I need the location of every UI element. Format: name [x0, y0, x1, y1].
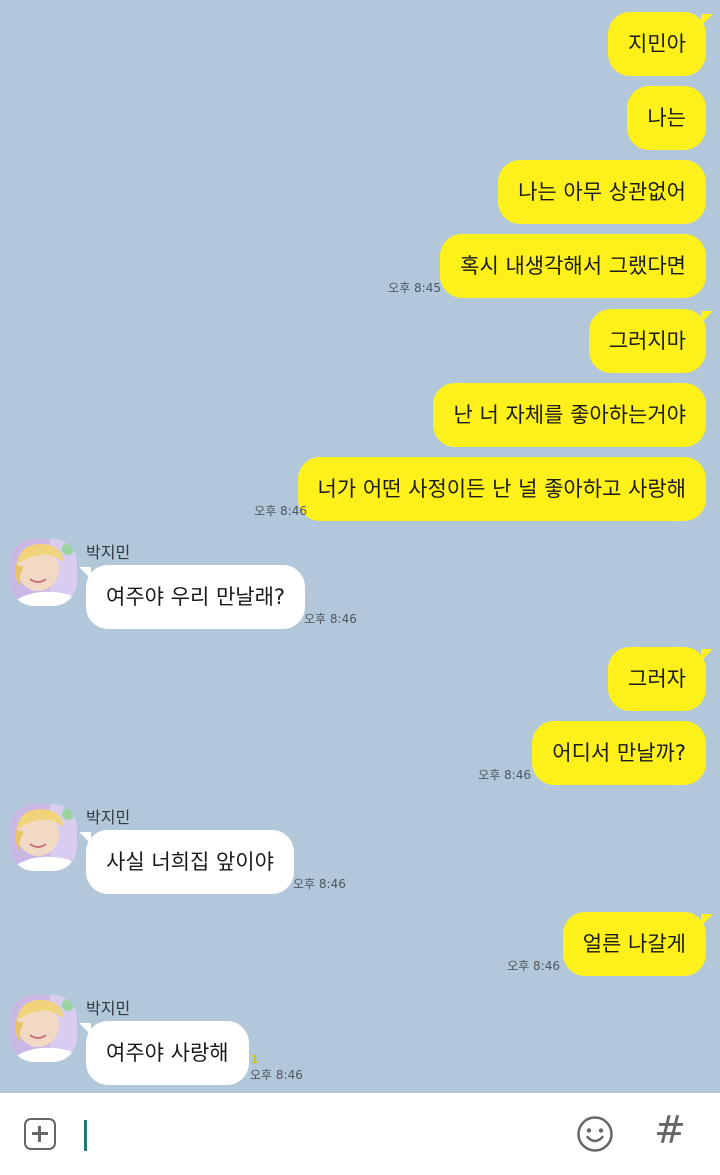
message-outgoing: 얼른 나갈게 오후 8:46 — [0, 912, 720, 976]
sender-name: 박지민 — [86, 543, 131, 562]
message-incoming: 박지민 여주야 사랑해 1 오후 8:46 — [0, 993, 720, 1085]
message-outgoing: 너가 어떤 사정이든 난 널 좋아하고 사랑해 오후 8:46 — [0, 457, 720, 521]
message-outgoing: 나는 — [0, 86, 720, 150]
hash-icon[interactable]: # — [654, 1108, 686, 1152]
unread-count: 1 — [251, 1053, 259, 1066]
message-outgoing: 혹시 내생각해서 그랬다면 오후 8:45 — [0, 234, 720, 298]
message-bubble[interactable]: 사실 너희집 앞이야 — [79, 830, 294, 894]
text-cursor — [84, 1120, 87, 1151]
message-bubble[interactable]: 그러지마 — [588, 309, 714, 373]
message-timestamp: 오후 8:46 — [304, 612, 357, 626]
message-outgoing: 그러지마 — [0, 309, 720, 373]
message-bubble[interactable]: 너가 어떤 사정이든 난 널 좋아하고 사랑해 — [297, 457, 706, 521]
chat-area[interactable]: 지민아 나는 나는 아무 상관없어 혹시 내생각해서 그랬다면 오후 8:45 … — [0, 0, 720, 1093]
message-bubble[interactable]: 나는 아무 상관없어 — [498, 160, 706, 224]
emoji-icon[interactable] — [576, 1115, 614, 1157]
message-timestamp: 오후 8:46 — [478, 768, 531, 782]
message-timestamp: 오후 8:46 — [507, 959, 560, 973]
avatar[interactable] — [10, 995, 77, 1062]
message-bubble[interactable]: 나는 — [627, 86, 706, 150]
message-bubble[interactable]: 지민아 — [608, 12, 713, 76]
message-bubble[interactable]: 여주야 사랑해 — [79, 1021, 249, 1085]
message-bubble[interactable]: 그러자 — [608, 647, 713, 711]
message-bubble[interactable]: 난 너 자체를 좋아하는거야 — [433, 383, 706, 447]
plus-icon[interactable] — [24, 1118, 56, 1150]
message-timestamp: 오후 8:46 — [250, 1068, 303, 1082]
sender-name: 박지민 — [86, 999, 131, 1018]
message-input-bar: # — [0, 1093, 720, 1175]
message-bubble[interactable]: 혹시 내생각해서 그랬다면 — [440, 234, 706, 298]
message-outgoing: 지민아 — [0, 12, 720, 76]
message-timestamp: 오후 8:45 — [388, 281, 441, 295]
message-outgoing: 어디서 만날까? 오후 8:46 — [0, 721, 720, 785]
message-outgoing: 그러자 — [0, 647, 720, 711]
message-timestamp: 오후 8:46 — [293, 877, 346, 891]
message-timestamp: 오후 8:46 — [254, 504, 307, 518]
message-incoming: 박지민 여주야 우리 만날래? 오후 8:46 — [0, 537, 720, 629]
message-bubble[interactable]: 어디서 만날까? — [532, 721, 706, 785]
sender-name: 박지민 — [86, 808, 131, 827]
message-bubble[interactable]: 여주야 우리 만날래? — [78, 565, 306, 629]
avatar[interactable] — [10, 804, 77, 871]
message-input[interactable] — [80, 1111, 550, 1157]
avatar[interactable] — [10, 539, 77, 606]
message-outgoing: 난 너 자체를 좋아하는거야 — [0, 383, 720, 447]
message-outgoing: 나는 아무 상관없어 — [0, 160, 720, 224]
message-bubble[interactable]: 얼른 나갈게 — [562, 912, 714, 976]
message-incoming: 박지민 사실 너희집 앞이야 오후 8:46 — [0, 802, 720, 894]
